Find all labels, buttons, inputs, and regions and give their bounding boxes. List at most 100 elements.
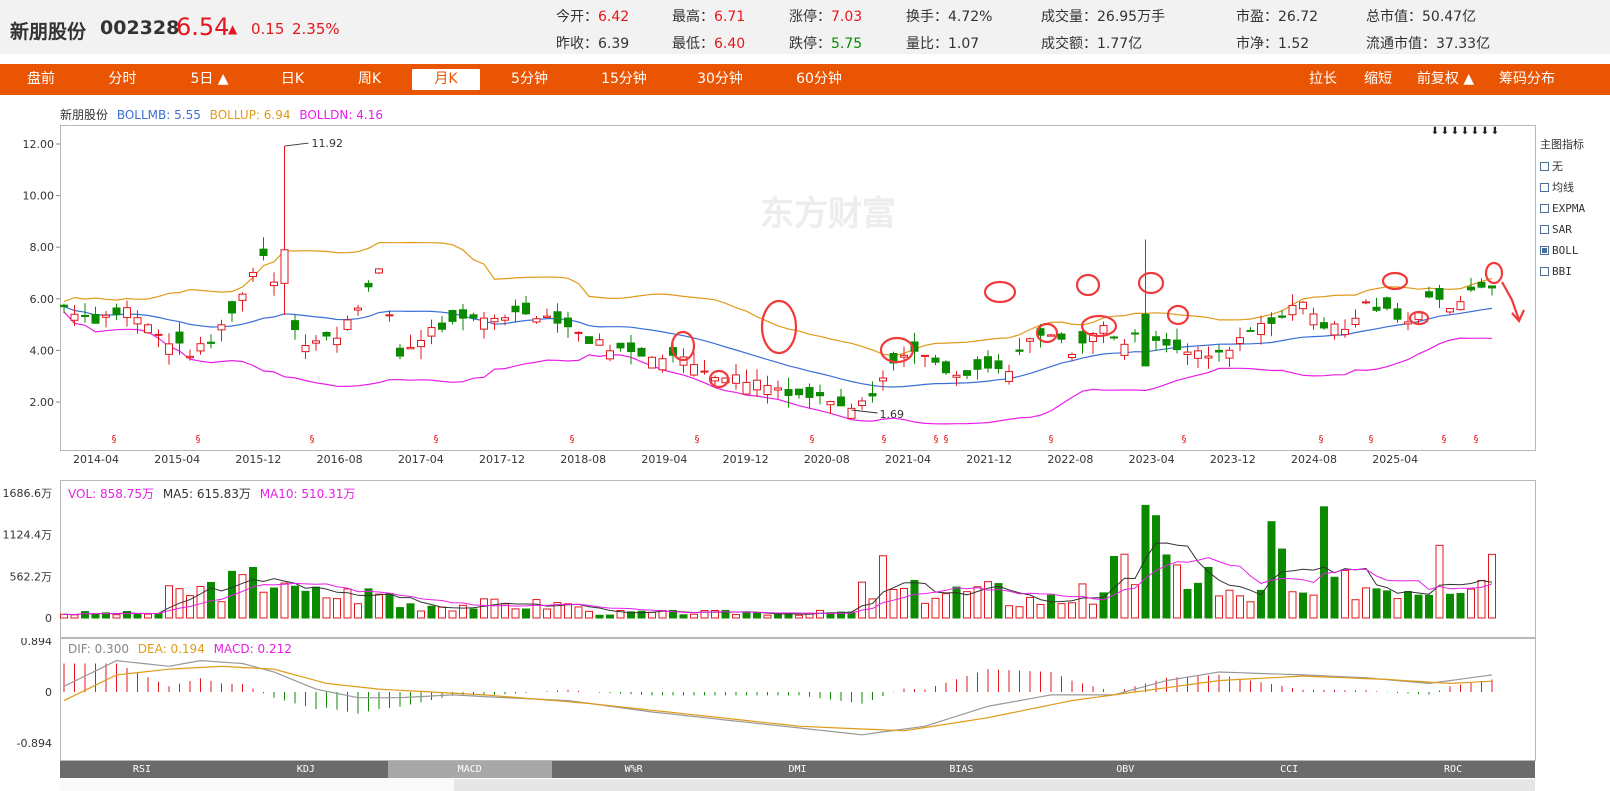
period-tab[interactable]: 日K — [265, 64, 320, 95]
volume-bar — [1089, 603, 1097, 619]
indicator-tab[interactable]: ROC — [1371, 761, 1535, 778]
event-marker-icon[interactable]: § — [1049, 434, 1054, 445]
candle-body — [322, 331, 331, 337]
candle-body — [375, 268, 383, 274]
volume-bar — [270, 587, 278, 619]
event-marker-icon[interactable]: § — [1319, 434, 1324, 445]
indicator-checkbox[interactable] — [1540, 225, 1549, 234]
main-chart-frame — [60, 125, 1536, 451]
event-marker-icon[interactable]: § — [570, 434, 575, 445]
candle — [1152, 330, 1160, 351]
event-marker-icon[interactable]: § — [1369, 434, 1374, 445]
indicator-checkbox[interactable] — [1540, 162, 1549, 171]
volume-bar — [1078, 583, 1087, 619]
chart-control-button[interactable]: 拉长 — [1298, 64, 1348, 95]
indicator-checkbox[interactable] — [1540, 246, 1549, 255]
macd-chart[interactable]: 0.894 0 -0.894 — [0, 638, 1610, 763]
volume-bar — [165, 585, 173, 619]
period-tab[interactable]: 15分钟 — [584, 64, 664, 95]
indicator-checkbox[interactable] — [1540, 204, 1549, 213]
quote-label: 今开： — [556, 9, 598, 25]
indicator-option[interactable]: 无 — [1540, 156, 1610, 177]
indicator-checkbox[interactable] — [1540, 267, 1549, 276]
indicator-tab[interactable]: OBV — [1043, 761, 1207, 778]
volume-bar — [564, 603, 572, 619]
down-arrow-icon[interactable]: ⬇ — [1481, 126, 1489, 137]
quote-header: 新朋股份 002328 6.54 ▲ 0.15 2.35% 今开：6.42 最高：… — [0, 0, 1610, 54]
candle-body — [1488, 285, 1496, 289]
candle — [616, 342, 625, 352]
period-tab[interactable]: 月K — [412, 69, 480, 90]
candle — [900, 346, 908, 368]
indicator-option[interactable]: BOLL — [1540, 240, 1610, 261]
down-arrow-icon[interactable]: ⬇ — [1471, 126, 1479, 137]
indicator-tab[interactable]: W%R — [552, 761, 716, 778]
scrollbar-track[interactable] — [60, 779, 454, 791]
period-tab[interactable]: 分时 — [95, 64, 150, 95]
indicator-option[interactable]: BBI — [1540, 261, 1610, 282]
indicator-tab[interactable]: KDJ — [224, 761, 388, 778]
scrollbar-thumb[interactable] — [454, 779, 1535, 791]
candle-body — [522, 302, 530, 315]
y-tick-label: 10.00 — [23, 190, 55, 203]
event-marker-icon[interactable]: § — [934, 434, 939, 445]
volume-bar — [1299, 592, 1307, 619]
volume-chart[interactable]: 1686.6万 1124.4万 562.2万 0 — [0, 480, 1610, 650]
candle — [91, 306, 100, 324]
quote-label: 市盈： — [1236, 9, 1278, 25]
event-marker-icon[interactable]: § — [310, 434, 315, 445]
event-marker-icon[interactable]: § — [434, 434, 439, 445]
period-tab[interactable]: 盘前 — [16, 64, 66, 95]
period-tab[interactable]: 5日 ▲ — [172, 64, 247, 95]
event-marker-icon[interactable]: § — [810, 434, 815, 445]
indicator-option[interactable]: 均线 — [1540, 177, 1610, 198]
event-marker-icon[interactable]: § — [882, 434, 887, 445]
candlestick-chart[interactable]: 东方财富 11.92 1.69 12.00 10.00 8.00 6.00 4.00 2.0… — [0, 122, 1610, 467]
chart-control-button[interactable]: 前复权 ▲ — [1408, 64, 1483, 95]
event-marker-icon[interactable]: § — [1182, 434, 1187, 445]
indicator-tab[interactable]: CCI — [1207, 761, 1371, 778]
candle-body — [1194, 350, 1202, 359]
candle-body — [690, 364, 698, 376]
indicator-option[interactable]: SAR — [1540, 219, 1610, 240]
period-tab[interactable]: 5分钟 — [492, 64, 567, 95]
down-arrow-icon[interactable]: ⬇ — [1451, 126, 1459, 137]
indicator-tab[interactable]: MACD — [387, 761, 552, 778]
event-marker-icon[interactable]: § — [695, 434, 700, 445]
candle-body — [511, 305, 520, 313]
down-arrow-icon[interactable]: ⬇ — [1431, 126, 1439, 137]
x-tick-label: 2025-04 — [1372, 453, 1418, 466]
indicator-tab[interactable]: DMI — [716, 761, 880, 778]
period-tab[interactable]: 30分钟 — [680, 64, 760, 95]
candle — [217, 319, 226, 342]
event-marker-icon[interactable]: § — [944, 434, 949, 445]
candle — [574, 331, 583, 342]
x-tick-label: 2018-08 — [560, 453, 606, 466]
event-marker-icon[interactable]: § — [1442, 434, 1447, 445]
chart-control-button[interactable]: 缩短 — [1353, 64, 1403, 95]
quote-value: 26.72 — [1278, 9, 1319, 25]
stock-code: 002328 — [100, 17, 180, 39]
candle-body — [1236, 337, 1244, 344]
candle-body — [1047, 334, 1055, 337]
chart-control-button[interactable]: 筹码分布 — [1487, 64, 1567, 95]
volume-bar — [354, 603, 362, 619]
indicator-checkbox[interactable] — [1540, 183, 1549, 192]
candle — [837, 388, 845, 407]
quote-value: 50.47亿 — [1422, 9, 1477, 25]
indicator-option[interactable]: EXPMA — [1540, 198, 1610, 219]
candle-body — [1477, 281, 1486, 288]
period-tab[interactable]: 60分钟 — [779, 64, 859, 95]
down-arrow-icon[interactable]: ⬇ — [1441, 126, 1449, 137]
indicator-tab[interactable]: BIAS — [879, 761, 1043, 778]
period-tab[interactable]: 周K — [342, 64, 397, 95]
down-arrow-icon[interactable]: ⬇ — [1461, 126, 1469, 137]
candle-body — [711, 377, 719, 382]
indicator-tab[interactable]: RSI — [60, 761, 224, 778]
event-marker-icon[interactable]: § — [112, 434, 117, 445]
candle-body — [1414, 312, 1423, 321]
event-marker-icon[interactable]: § — [1474, 434, 1479, 445]
down-arrow-icon[interactable]: ⬇ — [1491, 126, 1499, 137]
candle-body — [931, 357, 940, 363]
event-marker-icon[interactable]: § — [196, 434, 201, 445]
